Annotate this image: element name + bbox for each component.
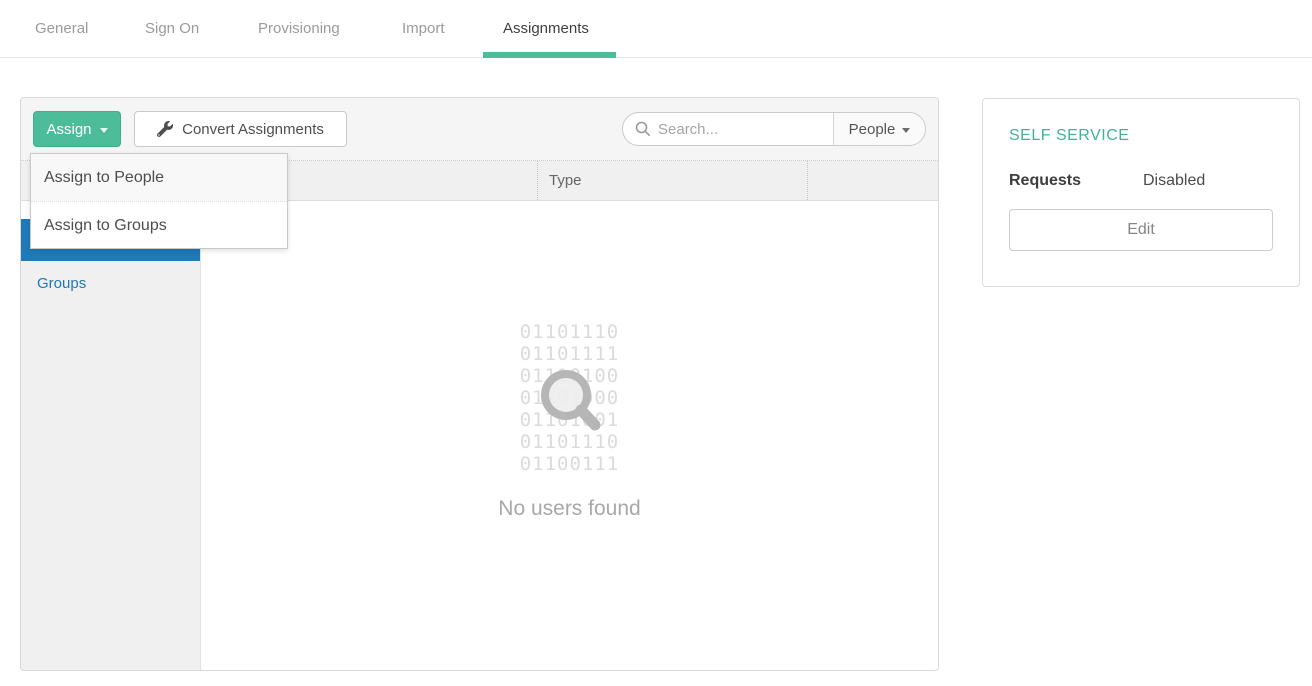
binary-line: 01101110 — [201, 321, 938, 343]
assignments-toolbar: Assign Convert Assignments P — [21, 98, 938, 161]
wrench-icon — [157, 121, 173, 137]
people-filter-dropdown[interactable]: People — [833, 113, 925, 145]
caret-down-icon — [100, 128, 108, 133]
active-tab-underline — [483, 52, 616, 58]
search-input[interactable] — [658, 121, 808, 138]
magnifier-icon — [533, 367, 607, 435]
convert-assignments-label: Convert Assignments — [182, 121, 324, 138]
sidebar-item-groups[interactable]: Groups — [21, 261, 200, 307]
empty-state: 01101110 01101111 01110100 01101000 0110… — [201, 201, 938, 521]
people-filter-value: People — [849, 121, 896, 138]
assignments-content: 01101110 01101111 01110100 01101000 0110… — [201, 201, 938, 670]
tab-assignments[interactable]: Assignments — [503, 20, 589, 37]
assignment-type-nav: People Groups — [21, 201, 201, 670]
menu-item-assign-to-people[interactable]: Assign to People — [31, 154, 287, 201]
assign-dropdown-menu: Assign to People Assign to Groups — [30, 153, 288, 249]
column-header-type: Type — [549, 161, 582, 200]
tab-general[interactable]: General — [35, 20, 88, 37]
requests-row: Requests Disabled — [1009, 172, 1273, 190]
search-icon — [635, 121, 651, 137]
convert-assignments-button[interactable]: Convert Assignments — [134, 111, 347, 147]
self-service-title: SELF SERVICE — [1009, 127, 1273, 145]
binary-line: 01101111 — [201, 343, 938, 365]
assignments-body: People Groups 01101110 01101111 01110100… — [21, 201, 938, 670]
tab-sign-on[interactable]: Sign On — [145, 20, 199, 37]
requests-label: Requests — [1009, 172, 1143, 190]
self-service-panel: SELF SERVICE Requests Disabled Edit — [982, 98, 1300, 287]
assign-button-label: Assign — [46, 121, 91, 138]
column-divider — [537, 161, 538, 200]
requests-value: Disabled — [1143, 172, 1205, 190]
empty-state-message: No users found — [201, 497, 938, 521]
tab-bar: General Sign On Provisioning Import Assi… — [0, 0, 1312, 58]
column-divider — [807, 161, 808, 200]
edit-button[interactable]: Edit — [1009, 209, 1273, 251]
assign-button[interactable]: Assign — [33, 111, 121, 147]
app-assignments-page: General Sign On Provisioning Import Assi… — [0, 0, 1312, 686]
menu-item-assign-to-groups[interactable]: Assign to Groups — [31, 201, 287, 248]
tab-bar-divider — [0, 57, 1312, 58]
search-group: People — [622, 112, 926, 146]
search-field — [623, 113, 833, 145]
tab-import[interactable]: Import — [402, 20, 445, 37]
tab-provisioning[interactable]: Provisioning — [258, 20, 340, 37]
binary-line: 01100111 — [201, 453, 938, 475]
caret-down-icon — [902, 128, 910, 133]
